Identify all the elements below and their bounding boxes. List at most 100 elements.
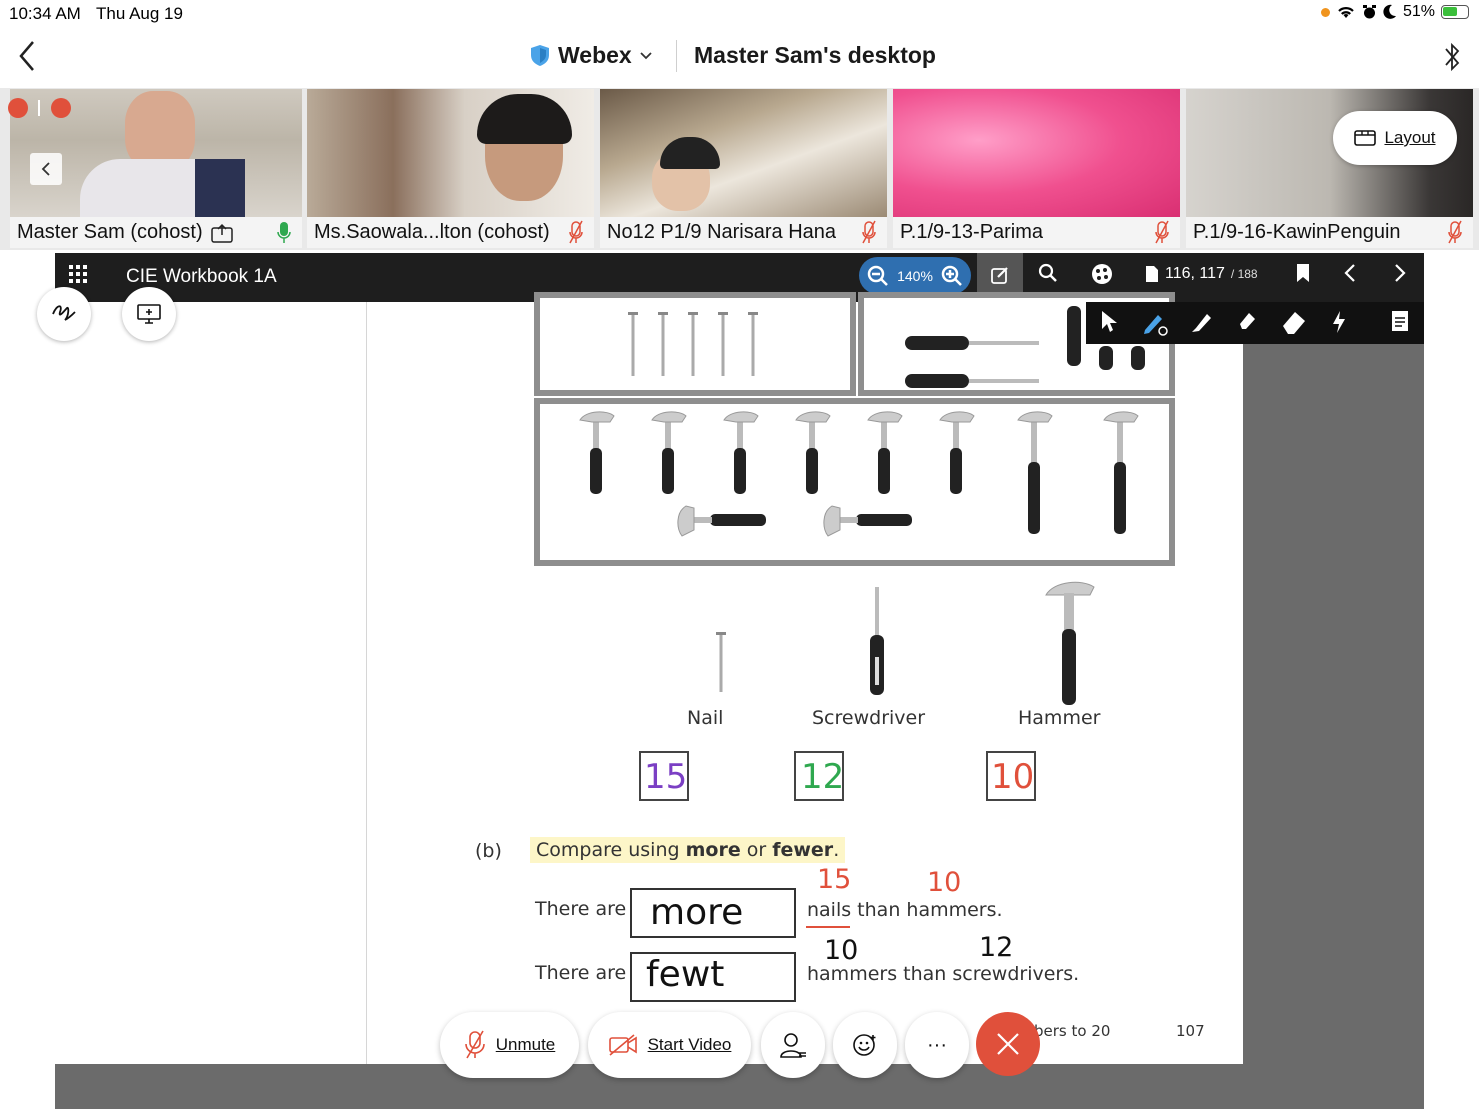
badge-dot-icon [8,98,28,118]
participant-name: No12 P1/9 Narisara Hana [607,221,837,243]
laser-icon[interactable] [1331,310,1347,334]
unmute-button[interactable]: Unmute [440,1012,579,1078]
nail-illustration [716,632,726,692]
hammer-count: 10 [991,757,1035,797]
hammer-label: Hammer [1018,707,1101,729]
chevron-left-icon [41,162,50,176]
more-options-button[interactable]: ··· [905,1012,969,1078]
strip-prev-button[interactable] [30,153,62,185]
back-chevron-icon[interactable] [14,38,40,74]
participant-name: Ms.Saowala...lton (cohost) [314,221,550,243]
participant-hair [477,94,572,144]
hammer-icon [579,411,615,494]
status-indicators: 51% [1320,3,1469,21]
emoji-icon [853,1034,876,1056]
zoom-in-icon[interactable] [941,265,963,287]
page-number: 107 [1176,1022,1205,1040]
meeting-header: Webex Master Sam's desktop [0,30,1479,86]
screwdriver-label: Screwdriver [812,707,926,729]
next-page-icon[interactable] [1393,263,1407,283]
mic-muted-icon [464,1030,485,1059]
instruction: Compare using more or fewer. [530,837,846,863]
shared-screen: CIE Workbook 1A 140% 116, 117 / 188 Nail… [55,253,1424,1109]
apps-grid-icon[interactable] [69,265,87,283]
pen-icon[interactable] [1142,310,1168,336]
save-annotation-icon[interactable] [1390,310,1410,332]
participant-video [893,89,1180,217]
left-page [55,302,366,1064]
row1-answer: more [650,892,744,933]
annotate-button[interactable] [37,287,91,341]
instruction-fewer: fewer [772,839,834,861]
hammer-icon [867,411,903,494]
document-title: CIE Workbook 1A [126,266,277,287]
nail-shelf [534,292,856,396]
active-speaker-badge [8,98,72,120]
app-menu[interactable]: Webex [530,42,652,69]
search-icon[interactable] [1038,263,1058,285]
hammer-shelf [534,398,1175,566]
recording-dot-icon [1320,7,1330,17]
close-icon [997,1033,1019,1055]
unmute-label: Unmute [495,1035,556,1054]
participants-icon [780,1033,806,1058]
current-pages: 116, 117 [1165,265,1225,282]
video-off-icon [608,1034,637,1056]
annotate-toggle-button[interactable] [977,253,1023,296]
row2-prefix: There are [535,962,627,984]
moon-icon [1383,4,1396,19]
clear-all-icon[interactable] [1280,310,1308,336]
page-footer-text: bers to 20 [1034,1022,1111,1040]
row1-suffix: nails than hammers. [807,899,1003,921]
mic-on-icon [277,222,291,243]
alarm-icon [1362,5,1376,19]
leave-meeting-button[interactable] [976,1012,1040,1076]
reactions-button[interactable] [833,1012,897,1078]
zoom-out-icon[interactable] [867,265,889,287]
eraser-icon[interactable] [1236,310,1258,332]
scribble-icon [52,305,76,321]
bookmark-icon[interactable] [1295,263,1311,283]
participant-label: P.1/9-13-Parima [893,217,1180,248]
annotation-toolbar [1086,302,1424,344]
screen-share-icon [137,304,161,324]
row2-suffix: hammers than screwdrivers. [807,963,1080,985]
participant-tile[interactable]: P.1/9-13-Parima [893,89,1180,248]
layout-label: Layout [1384,128,1436,147]
share-control-button[interactable] [122,287,176,341]
zoom-control: 140% [859,257,971,294]
participant-strip: Master Sam (cohost) Ms.Saowala...lton (c… [0,88,1479,250]
status-date: Thu Aug 19 [96,4,183,23]
hammer-icon [823,505,912,537]
page-icon [1146,266,1158,282]
zoom-level: 140% [897,267,933,284]
participant-tile[interactable]: Ms.Saowala...lton (cohost) [307,89,594,248]
start-video-label: Start Video [647,1035,732,1054]
row2-answer-box[interactable]: fewt [630,952,796,1002]
hammer-icon [1017,411,1053,534]
hammer-icon [723,411,759,494]
palette-icon[interactable] [1091,263,1113,285]
row1-answer-box[interactable]: more [630,888,796,938]
instruction-start: Compare using [536,839,686,861]
participant-tile[interactable]: No12 P1/9 Narisara Hana [600,89,887,248]
total-pages: / 188 [1230,267,1258,281]
prev-page-icon[interactable] [1343,263,1357,283]
start-video-button[interactable]: Start Video [588,1012,751,1078]
participants-button[interactable] [761,1012,825,1078]
wifi-icon [1338,7,1354,18]
chevron-down-icon [640,51,652,59]
bluetooth-icon[interactable] [1443,40,1461,74]
nail-count: 15 [644,757,688,797]
participant-jacket [195,159,245,219]
hammer-count-box: 10 [986,751,1036,801]
shield-icon [531,45,549,66]
hammer-icon [651,411,687,494]
hammer-icon [939,411,975,494]
highlighter-icon[interactable] [1190,310,1214,334]
part-label: (b) [475,840,502,862]
participant-name: P.1/9-13-Parima [900,221,1044,243]
layout-button[interactable]: Layout [1333,111,1457,165]
hammer-icon [677,505,766,537]
pointer-icon[interactable] [1100,310,1118,334]
